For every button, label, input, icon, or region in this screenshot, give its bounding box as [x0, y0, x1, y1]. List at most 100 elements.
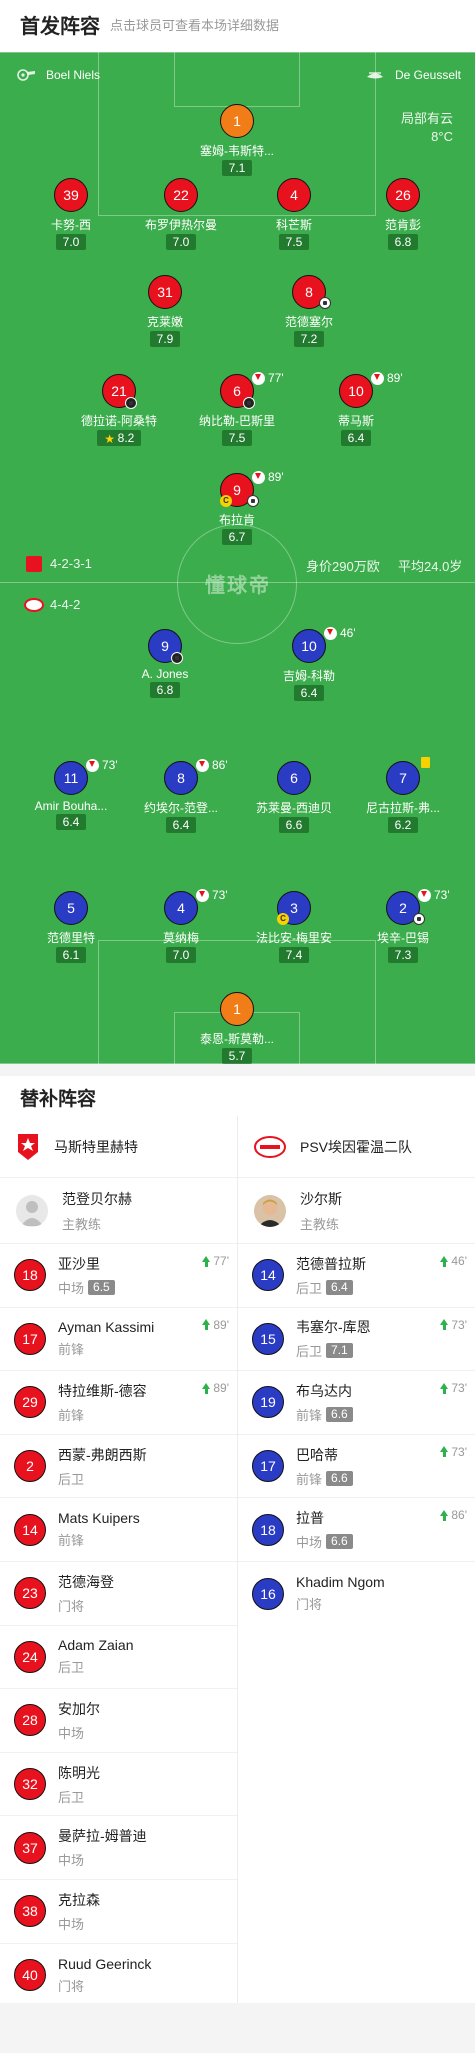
sub-player-row[interactable]: 17 巴哈蒂 前锋 6.6 73'	[238, 1435, 475, 1499]
home-player-21[interactable]: 21 德拉诺-阿桑特 ★ 8.2	[59, 374, 179, 447]
sub-player-name: 巴哈蒂	[296, 1446, 338, 1463]
coach-avatar-icon	[16, 1194, 48, 1227]
home-player-6[interactable]: 6 77' 纳比勒-巴斯里 7.5	[177, 371, 297, 447]
sub-player-row[interactable]: 14 Mats Kuipers 前锋	[0, 1498, 237, 1562]
home-player-4[interactable]: 4 科芒斯 7.5	[234, 178, 354, 251]
sub-out-tag: 89'	[252, 470, 284, 484]
home-player-8[interactable]: 8 范德塞尔 7.2	[249, 275, 369, 348]
player-rating: 6.1	[55, 947, 87, 963]
sub-player-number: 15	[252, 1322, 284, 1355]
sub-player-row[interactable]: 15 韦塞尔-库恩 后卫 7.1 73'	[238, 1308, 475, 1372]
player-number: 1	[220, 104, 254, 138]
home-club-row[interactable]: 马斯特里赫特	[0, 1116, 237, 1178]
player-name: 科芒斯	[275, 218, 312, 232]
sub-out-icon	[252, 371, 265, 385]
player-name: 布拉肯	[218, 513, 255, 527]
sub-player-position: 中场	[296, 1535, 323, 1551]
sub-player-position: 后卫	[58, 1789, 85, 1805]
player-rating: 7.5	[221, 430, 253, 446]
player-name: 尼古拉斯-弗...	[366, 801, 440, 815]
away-player-11[interactable]: 11 73' Amir Bouha... 6.4	[11, 758, 131, 831]
away-coach-row[interactable]: 沙尔斯 主教练	[238, 1178, 475, 1244]
player-rating: 7.4	[278, 947, 310, 963]
sub-player-row[interactable]: 19 布乌达内 前锋 6.6 73'	[238, 1371, 475, 1435]
away-player-6[interactable]: 6 苏莱曼-西迪贝 6.6	[234, 761, 354, 834]
home-player-1[interactable]: 1 塞姆-韦斯特... 7.1	[177, 104, 297, 177]
sub-player-row[interactable]: 2 西蒙-弗朗西斯 后卫	[0, 1435, 237, 1499]
sub-player-rating: 7.1	[326, 1343, 353, 1359]
lineup-header: 首发阵容 点击球员可查看本场详细数据	[0, 0, 475, 48]
player-rating: 5.7	[221, 1048, 253, 1064]
sub-player-row[interactable]: 38 克拉森 中场	[0, 1880, 237, 1944]
sub-player-position: 门将	[296, 1597, 323, 1613]
sub-player-name: 陈明光	[58, 1764, 100, 1781]
yellow-card-icon	[421, 757, 430, 768]
sub-player-name: 范德海登	[58, 1573, 114, 1590]
subs-grid: 马斯特里赫特 范登贝尔赫 主教练 18 亚沙里 中场 6.5 77' 17 Aym…	[0, 1116, 475, 2003]
home-player-26[interactable]: 26 范肯彭 6.8	[343, 178, 463, 251]
home-coach-row[interactable]: 范登贝尔赫 主教练	[0, 1178, 237, 1244]
home-player-39[interactable]: 39 卡努-西 7.0	[11, 178, 131, 251]
home-player-31[interactable]: 31 克莱嫩 7.9	[105, 275, 225, 348]
sub-player-row[interactable]: 14 范德普拉斯 后卫 6.4 46'	[238, 1244, 475, 1308]
home-player-10[interactable]: 10 89' 蒂马斯 6.4	[296, 371, 416, 447]
sub-player-row[interactable]: 40 Ruud Geerinck 门将	[0, 1944, 237, 2008]
home-subs-column: 马斯特里赫特 范登贝尔赫 主教练 18 亚沙里 中场 6.5 77' 17 Aym…	[0, 1116, 237, 2007]
home-player-9[interactable]: 9 89' C 布拉肯 6.7	[177, 470, 297, 546]
weather-condition: 局部有云	[400, 111, 453, 126]
player-number: 6	[277, 761, 311, 795]
away-player-10[interactable]: 10 46' 吉姆-科勒 6.4	[249, 626, 369, 702]
sub-player-row[interactable]: 23 范德海登 门将	[0, 1562, 237, 1626]
sub-player-row[interactable]: 16 Khadim Ngom 门将	[238, 1562, 475, 1626]
sub-player-row[interactable]: 24 Adam Zaian 后卫	[0, 1626, 237, 1690]
sub-player-rating: 6.6	[326, 1470, 353, 1486]
player-number: 22	[164, 178, 198, 212]
sub-in-icon	[440, 1509, 449, 1521]
star-icon: ★	[104, 432, 116, 446]
sub-player-number: 18	[14, 1259, 46, 1292]
home-player-22[interactable]: 22 布罗伊热尔曼 7.0	[121, 178, 241, 251]
away-player-5[interactable]: 5 范德里特 6.1	[11, 891, 131, 964]
sub-player-name: 克拉森	[58, 1891, 100, 1908]
sub-out-icon	[371, 371, 384, 385]
sub-out-tag: 77'	[252, 371, 284, 385]
player-name: 约埃尔-范登...	[144, 801, 218, 815]
player-rating: 7.9	[149, 331, 181, 347]
away-player-1[interactable]: 1 泰恩-斯莫勒... 5.7	[177, 992, 297, 1064]
player-name: 莫纳梅	[162, 931, 199, 945]
sub-player-row[interactable]: 32 陈明光 后卫	[0, 1753, 237, 1817]
away-player-9[interactable]: 9 A. Jones 6.8	[105, 629, 225, 699]
away-player-7[interactable]: 7 尼古拉斯-弗... 6.2	[343, 757, 463, 834]
away-club-row[interactable]: PSV埃因霍温二队	[238, 1116, 475, 1178]
sub-player-row[interactable]: 28 安加尔 中场	[0, 1689, 237, 1753]
sub-in-icon	[440, 1255, 449, 1267]
sub-player-name: 曼萨拉-姆普迪	[58, 1828, 147, 1845]
sub-player-row[interactable]: 29 特拉维斯-德容 前锋 89'	[0, 1371, 237, 1435]
ball-icon	[243, 397, 255, 409]
player-rating: 6.8	[149, 682, 181, 698]
sub-in-icon	[440, 1446, 449, 1458]
away-player-4[interactable]: 4 73' 莫纳梅 7.0	[121, 888, 241, 964]
sub-player-row[interactable]: 18 拉普 中场 6.6 86'	[238, 1498, 475, 1562]
sub-in-minute: 73'	[440, 1445, 467, 1459]
sub-player-number: 24	[14, 1640, 46, 1673]
player-number: 10	[339, 374, 373, 408]
sub-player-number: 40	[14, 1959, 46, 1992]
player-number: 4	[164, 891, 198, 925]
ball-icon	[171, 652, 183, 664]
player-rating: 7.2	[293, 331, 325, 347]
away-player-8[interactable]: 8 86' 约埃尔-范登... 6.4	[121, 758, 241, 834]
sub-player-position: 后卫	[58, 1471, 85, 1487]
sub-player-row[interactable]: 17 Ayman Kassimi 前锋 89'	[0, 1308, 237, 1372]
sub-player-row[interactable]: 37 曼萨拉-姆普迪 中场	[0, 1816, 237, 1880]
away-player-2[interactable]: 2 73' 埃辛-巴锡 7.3	[343, 888, 463, 964]
coach-avatar-icon	[254, 1194, 286, 1227]
sub-in-minute: 77'	[202, 1254, 229, 1268]
sub-player-number: 18	[252, 1513, 284, 1546]
coach-name: 沙尔斯	[300, 1190, 342, 1207]
ball-icon	[125, 397, 137, 409]
away-player-3[interactable]: 3 C 法比安-梅里安 7.4	[234, 891, 354, 964]
player-name: 苏莱曼-西迪贝	[256, 801, 332, 815]
sub-player-name: 亚沙里	[58, 1255, 100, 1272]
sub-player-row[interactable]: 18 亚沙里 中场 6.5 77'	[0, 1244, 237, 1308]
